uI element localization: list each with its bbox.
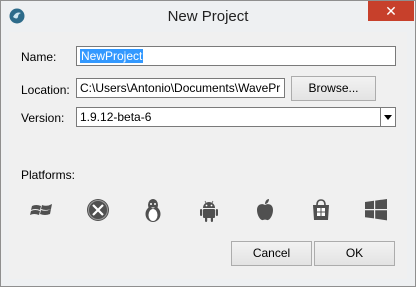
version-select-value: 1.9.12-beta-6 — [80, 110, 152, 124]
version-select[interactable]: 1.9.12-beta-6 — [76, 107, 396, 127]
version-label: Version: — [21, 111, 65, 125]
macos-x-icon[interactable] — [85, 197, 111, 223]
cancel-button[interactable]: Cancel — [231, 241, 312, 266]
windows-xp-icon[interactable] — [29, 197, 55, 223]
linux-tux-icon[interactable] — [140, 197, 166, 223]
location-input[interactable]: C:\Users\Antonio\Documents\WavePr — [76, 78, 285, 98]
window-title: New Project — [167, 8, 249, 25]
platforms-label: Platforms: — [21, 168, 76, 182]
dialog-body: Name: NewProject Location: C:\Users\Anto… — [9, 32, 407, 279]
windows-icon[interactable] — [363, 197, 389, 223]
new-project-dialog: New Project ✕ Name: NewProject Location:… — [0, 0, 416, 287]
title-bar[interactable]: New Project ✕ — [1, 1, 415, 32]
name-input-value: NewProject — [80, 49, 144, 63]
browse-button[interactable]: Browse... — [291, 76, 376, 101]
apple-icon[interactable] — [252, 197, 278, 223]
windows-store-icon[interactable] — [308, 197, 334, 223]
android-icon[interactable] — [196, 197, 222, 223]
name-label: Name: — [21, 50, 57, 64]
name-input[interactable]: NewProject — [76, 46, 396, 66]
close-button[interactable]: ✕ — [368, 1, 414, 21]
location-label: Location: — [21, 83, 70, 97]
ok-button[interactable]: OK — [314, 241, 395, 266]
chevron-down-icon[interactable] — [380, 108, 395, 126]
